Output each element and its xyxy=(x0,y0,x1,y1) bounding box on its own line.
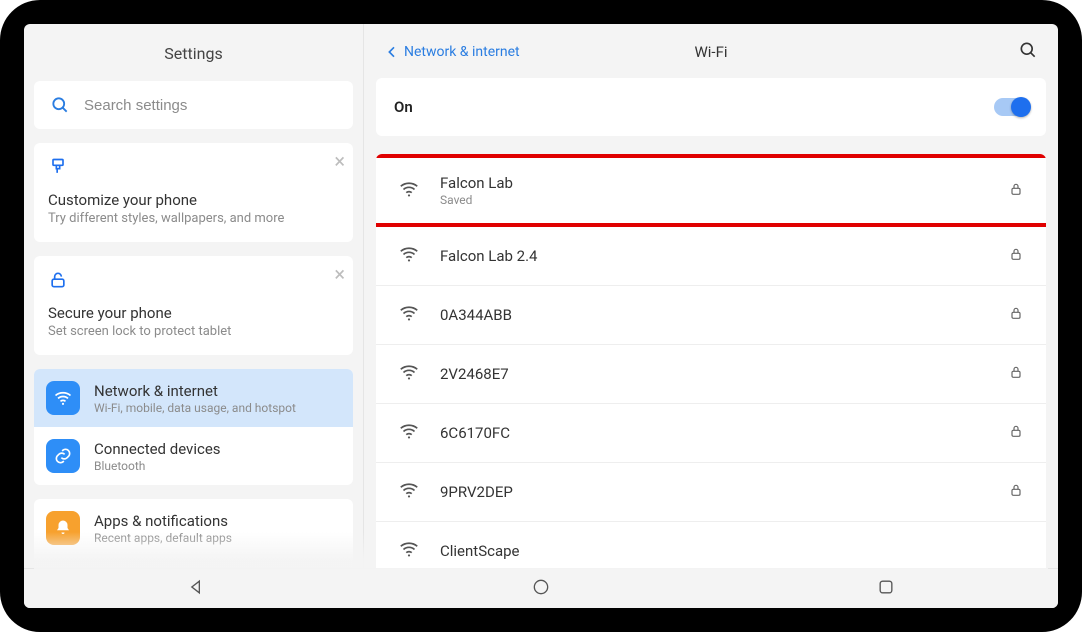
wifi-status: Saved xyxy=(440,193,1008,207)
setting-title: Apps & notifications xyxy=(94,512,232,530)
wifi-detail-panel: Network & internet Wi-Fi On Falcon LabS xyxy=(364,24,1058,568)
wifi-network-row[interactable]: 9PRV2DEP xyxy=(376,463,1046,522)
unlock-icon xyxy=(48,270,68,290)
wifi-signal-icon xyxy=(398,243,420,269)
close-icon[interactable]: × xyxy=(334,264,345,284)
brush-icon xyxy=(48,157,68,177)
wifi-signal-icon xyxy=(398,178,420,204)
search-input[interactable] xyxy=(84,97,337,114)
setting-title: Network & internet xyxy=(94,382,296,400)
lock-icon xyxy=(1008,482,1024,502)
wifi-signal-icon xyxy=(398,479,420,505)
wifi-switch[interactable] xyxy=(994,98,1028,116)
search-settings-row[interactable] xyxy=(34,81,353,129)
back-label: Network & internet xyxy=(404,44,520,60)
sidebar-title: Settings xyxy=(24,24,363,81)
setting-subtitle: Wi-Fi, mobile, data usage, and hotspot xyxy=(94,401,296,415)
wifi-toggle-row[interactable]: On xyxy=(376,78,1046,136)
settings-sidebar: Settings × Customize your phone Try diff… xyxy=(24,24,364,568)
lock-icon xyxy=(1008,246,1024,266)
wifi-network-row[interactable]: Falcon Lab 2.4 xyxy=(376,227,1046,286)
wifi-ssid: 0A344ABB xyxy=(440,306,1008,324)
circle-home-icon xyxy=(531,577,551,597)
wifi-network-list: Falcon LabSaved Falcon Lab 2.4 0A344ABB 2V2… xyxy=(376,154,1046,568)
tip-customize-card[interactable]: × Customize your phone Try different sty… xyxy=(34,143,353,242)
sidebar-item-apps[interactable]: Apps & notifications Recent apps, defaul… xyxy=(34,499,353,557)
setting-subtitle: Bluetooth xyxy=(94,459,221,473)
lock-icon xyxy=(1008,423,1024,443)
lock-icon xyxy=(1008,305,1024,325)
wifi-network-row[interactable]: Falcon LabSaved xyxy=(376,158,1046,223)
search-button[interactable] xyxy=(1018,40,1038,64)
wifi-icon xyxy=(46,381,80,415)
search-icon xyxy=(50,95,70,115)
tip-subtitle: Set screen lock to protect tablet xyxy=(48,324,339,339)
tip-subtitle: Try different styles, wallpapers, and mo… xyxy=(48,211,339,226)
tip-title: Customize your phone xyxy=(48,191,339,209)
search-icon xyxy=(1018,40,1038,60)
square-recents-icon xyxy=(876,577,896,597)
sidebar-item-connected[interactable]: Connected devices Bluetooth xyxy=(34,427,353,485)
tip-title: Secure your phone xyxy=(48,304,339,322)
sidebar-item-network[interactable]: Network & internet Wi-Fi, mobile, data u… xyxy=(34,369,353,427)
wifi-state-label: On xyxy=(394,98,413,116)
wifi-signal-icon xyxy=(398,420,420,446)
close-icon[interactable]: × xyxy=(334,151,345,171)
highlighted-network: Falcon LabSaved xyxy=(376,154,1046,227)
wifi-network-row[interactable]: 6C6170FC xyxy=(376,404,1046,463)
wifi-ssid: 9PRV2DEP xyxy=(440,483,1008,501)
wifi-network-row[interactable]: 2V2468E7 xyxy=(376,345,1046,404)
wifi-ssid: ClientScape xyxy=(440,542,1024,560)
setting-subtitle: Recent apps, default apps xyxy=(94,531,232,545)
wifi-signal-icon xyxy=(398,538,420,564)
wifi-ssid: 2V2468E7 xyxy=(440,365,1008,383)
link-icon xyxy=(46,439,80,473)
setting-title: Connected devices xyxy=(94,440,221,458)
wifi-network-row[interactable]: ClientScape xyxy=(376,522,1046,568)
triangle-back-icon xyxy=(186,577,206,597)
wifi-signal-icon xyxy=(398,302,420,328)
chevron-left-icon xyxy=(384,44,400,60)
wifi-network-row[interactable]: 0A344ABB xyxy=(376,286,1046,345)
nav-recents-button[interactable] xyxy=(876,577,896,601)
settings-group: Apps & notifications Recent apps, defaul… xyxy=(34,499,353,568)
back-button[interactable]: Network & internet xyxy=(384,44,520,60)
lock-icon xyxy=(1008,181,1024,201)
sidebar-item-display[interactable]: Display Wallpaper, sleep, font size xyxy=(34,557,353,568)
wifi-signal-icon xyxy=(398,361,420,387)
wifi-ssid: Falcon Lab 2.4 xyxy=(440,247,1008,265)
tip-secure-card[interactable]: × Secure your phone Set screen lock to p… xyxy=(34,256,353,355)
system-navbar xyxy=(24,568,1058,608)
settings-group: Network & internet Wi-Fi, mobile, data u… xyxy=(34,369,353,485)
wifi-ssid: Falcon Lab xyxy=(440,174,1008,192)
lock-icon xyxy=(1008,364,1024,384)
bell-icon xyxy=(46,511,80,545)
nav-home-button[interactable] xyxy=(531,577,551,601)
wifi-ssid: 6C6170FC xyxy=(440,424,1008,442)
nav-back-button[interactable] xyxy=(186,577,206,601)
